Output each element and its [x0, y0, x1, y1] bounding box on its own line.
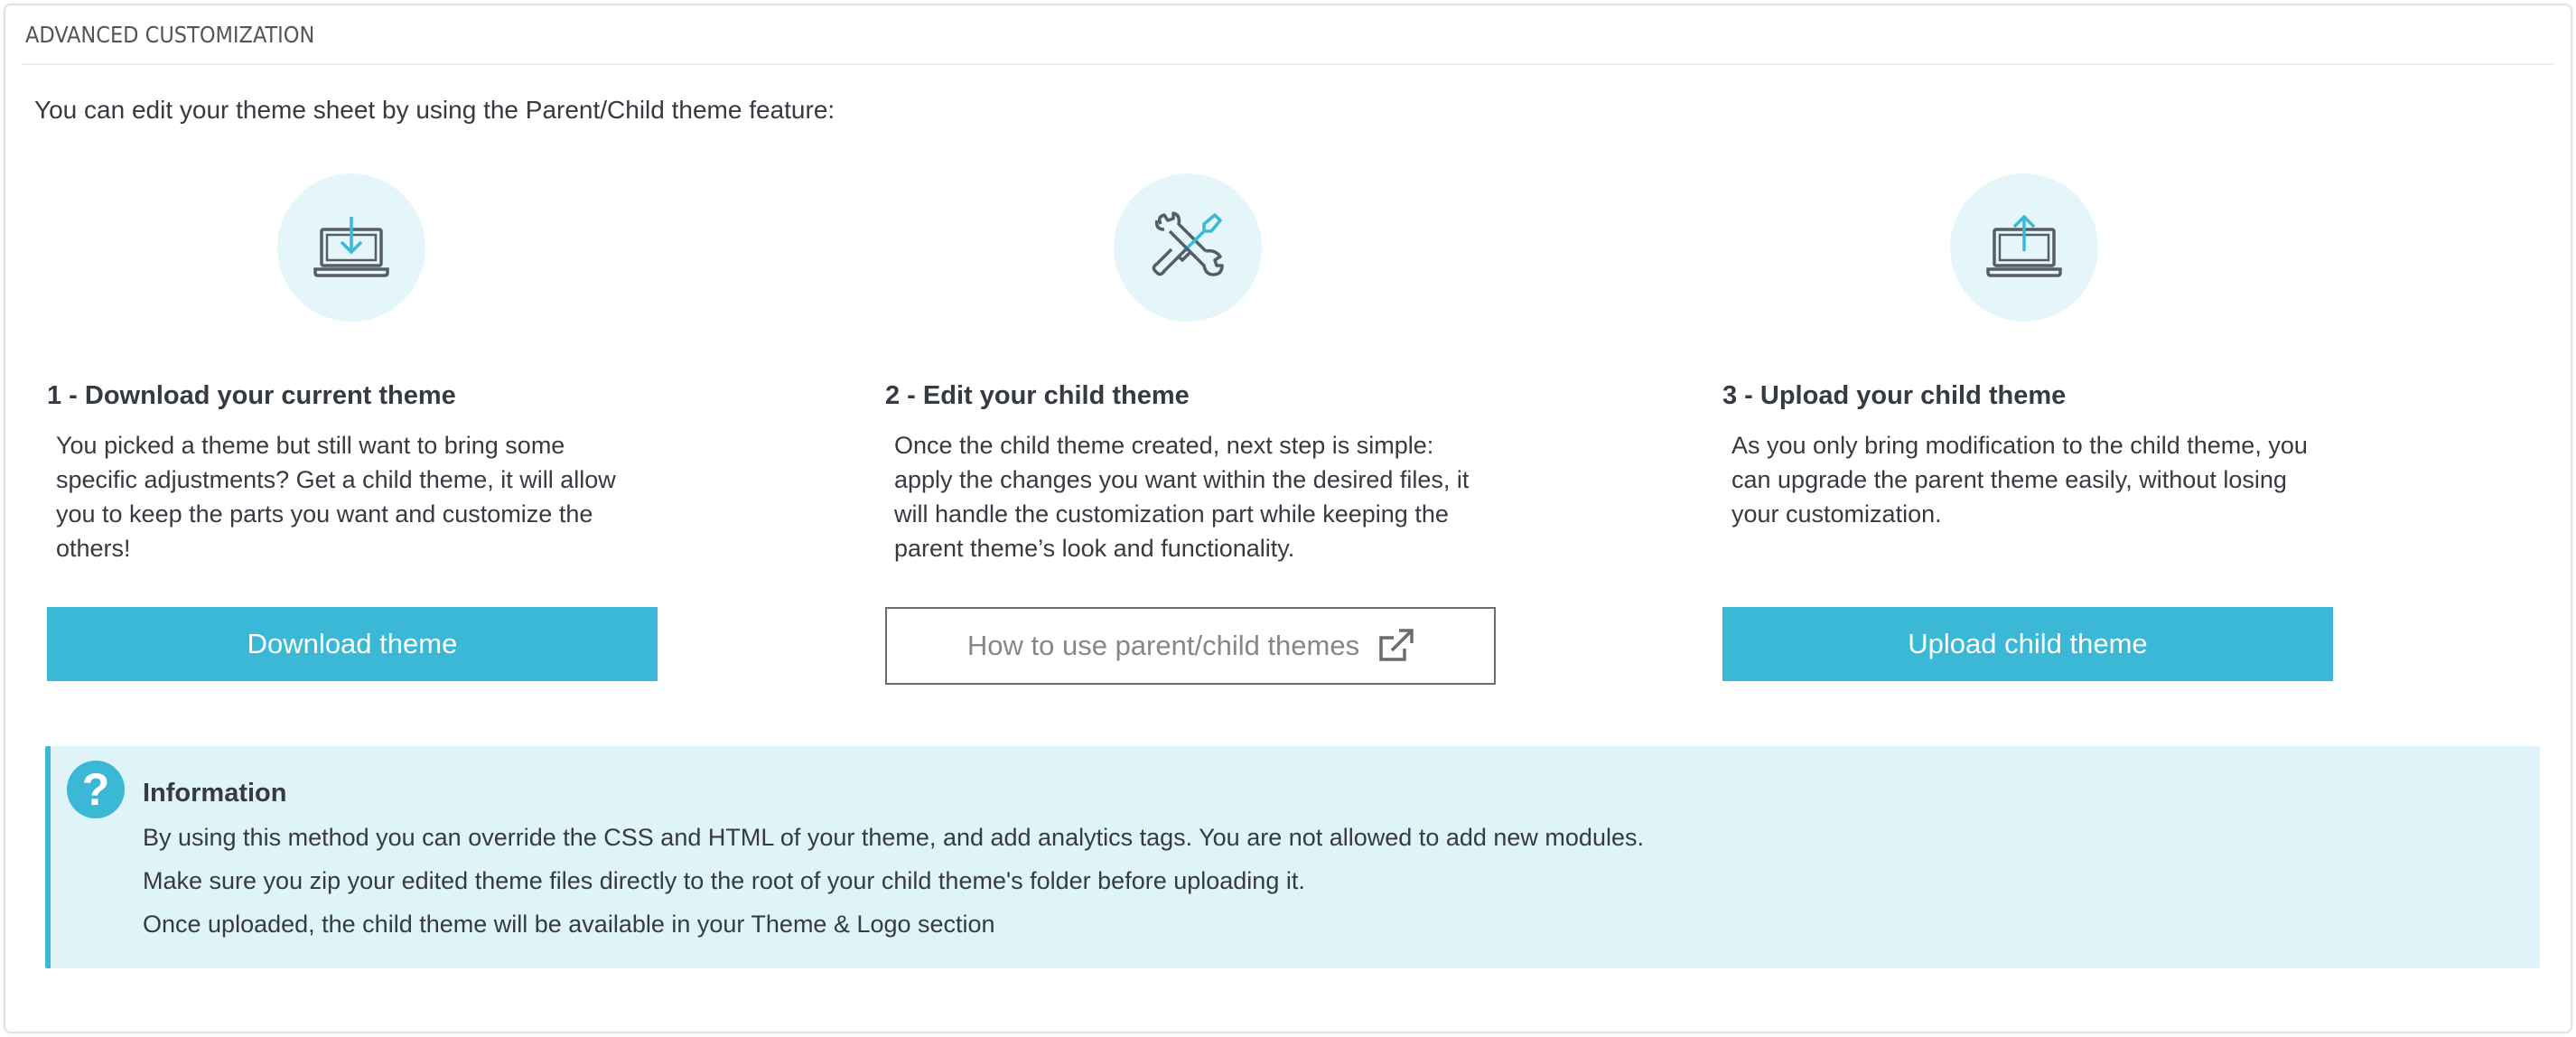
alert-title: Information: [143, 779, 287, 808]
step-description: As you only bring modification to the ch…: [1731, 432, 2308, 528]
alert-line: Once uploaded, the child theme will be a…: [143, 911, 995, 938]
step-title: 2 - Edit your child theme: [885, 381, 1190, 410]
alert-line: By using this method you can override th…: [143, 824, 1644, 851]
parent-child-help-button[interactable]: How to use parent/child themes: [885, 607, 1496, 685]
question-icon: ?: [67, 761, 125, 818]
advanced-customization-panel: ADVANCED CUSTOMIZATION You can edit your…: [4, 4, 2572, 1033]
intro-text: You can edit your theme sheet by using t…: [34, 96, 835, 124]
tools-icon: [1114, 173, 1262, 322]
step-description: You picked a theme but still want to bri…: [56, 432, 616, 562]
step-title: 1 - Download your current theme: [47, 381, 456, 410]
upload-child-theme-button[interactable]: Upload child theme: [1722, 607, 2333, 681]
laptop-upload-icon: [1950, 173, 2098, 322]
info-alert: ? Information By using this method you c…: [45, 746, 2540, 968]
panel-heading: ADVANCED CUSTOMIZATION: [22, 5, 2554, 65]
step-description: Once the child theme created, next step …: [894, 432, 1470, 562]
button-label: How to use parent/child themes: [966, 630, 1360, 661]
external-link-icon: [1377, 629, 1414, 663]
alert-line: Make sure you zip your edited theme file…: [143, 867, 1305, 894]
download-theme-button[interactable]: Download theme: [47, 607, 658, 681]
laptop-download-icon: [277, 173, 425, 322]
step-title: 3 - Upload your child theme: [1722, 381, 2067, 410]
